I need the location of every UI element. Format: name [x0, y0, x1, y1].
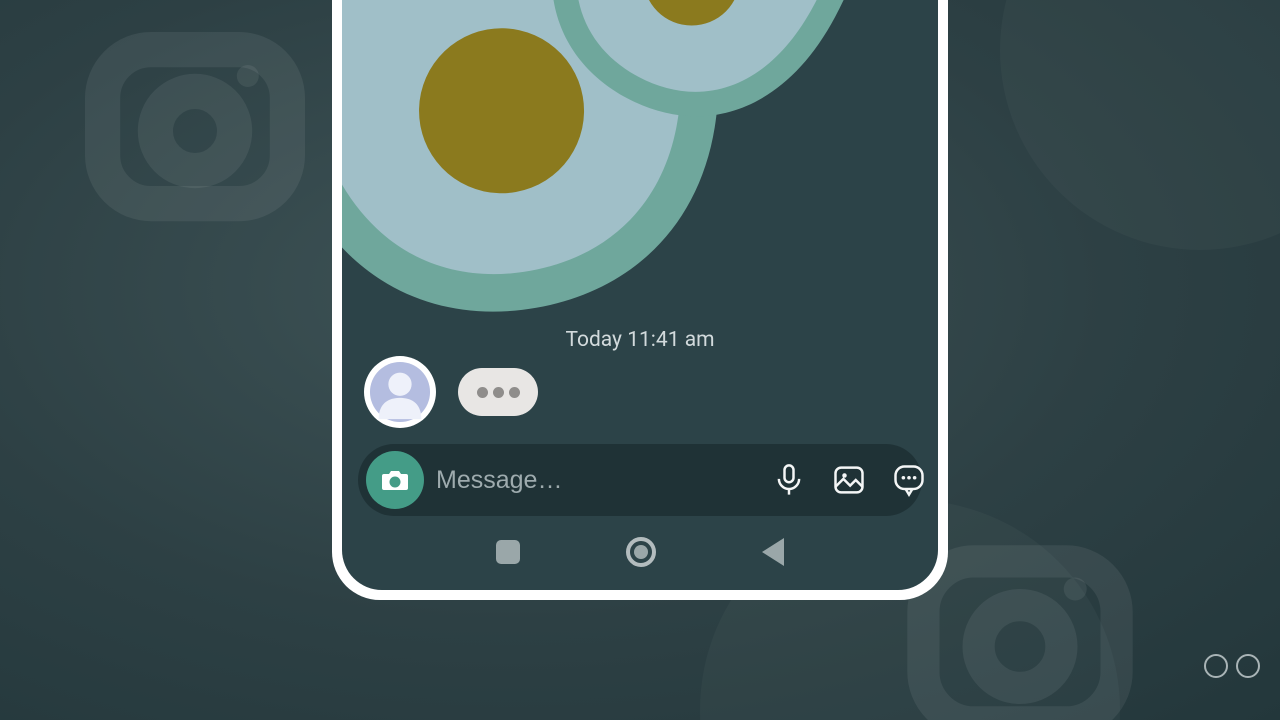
- compose-bar: [358, 444, 922, 516]
- compose-actions: [770, 461, 938, 499]
- pagination-dots: [1204, 654, 1260, 678]
- camera-button[interactable]: [366, 451, 424, 509]
- typing-indicator: [458, 368, 538, 416]
- dot-icon[interactable]: [1204, 654, 1228, 678]
- nav-home-button[interactable]: [626, 537, 656, 567]
- mic-button[interactable]: [770, 461, 808, 499]
- phone-frame: Today 11:41 am: [332, 0, 948, 600]
- sticker-icon: [891, 462, 927, 498]
- triangle-left-icon: [762, 538, 784, 566]
- circle-icon: [626, 537, 656, 567]
- avatar[interactable]: [364, 356, 436, 428]
- dot-icon: [509, 387, 520, 398]
- message-input[interactable]: [436, 466, 758, 495]
- dot-icon: [493, 387, 504, 398]
- conversation-timestamp: Today 11:41 am: [342, 328, 938, 352]
- background-blob: [1000, 0, 1280, 250]
- mic-icon: [771, 462, 807, 498]
- background-camera-icon: [85, 10, 305, 230]
- avatar-silhouette-icon: [369, 361, 431, 423]
- square-icon: [496, 540, 520, 564]
- nav-back-button[interactable]: [762, 538, 784, 566]
- nav-recent-button[interactable]: [496, 540, 520, 564]
- dot-icon: [477, 387, 488, 398]
- android-navbar: [342, 524, 938, 580]
- incoming-message-row: [364, 356, 538, 428]
- gallery-icon: [831, 462, 867, 498]
- dot-icon[interactable]: [1236, 654, 1260, 678]
- phone-screen: Today 11:41 am: [342, 0, 938, 590]
- camera-icon: [379, 464, 411, 496]
- gallery-button[interactable]: [830, 461, 868, 499]
- sticker-button[interactable]: [890, 461, 928, 499]
